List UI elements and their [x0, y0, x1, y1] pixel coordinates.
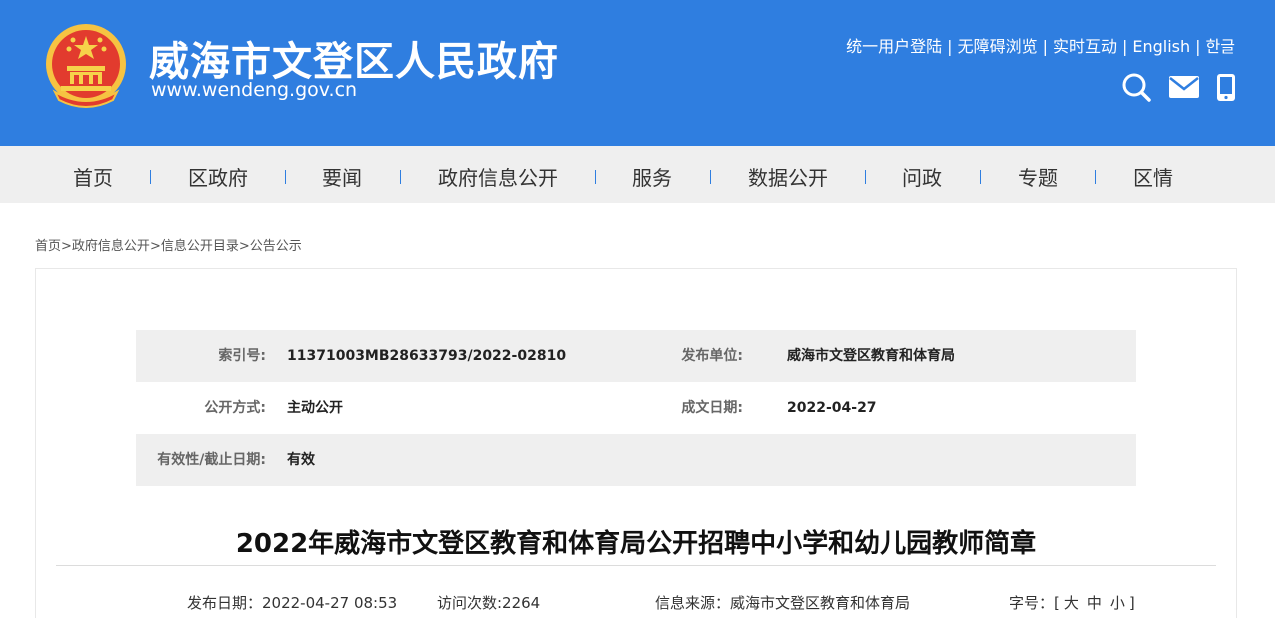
- article-title: 2022年威海市文登区教育和体育局公开招聘中小学和幼儿园教师简章: [235, 529, 1037, 559]
- nav-separator: [150, 170, 151, 184]
- nav-separator: [1095, 170, 1096, 184]
- index-label: 索引号:: [218, 348, 266, 364]
- nav-separator: [710, 170, 711, 184]
- nav-item-topics[interactable]: 专题: [1018, 146, 1058, 203]
- metadata-row: 索引号: 11371003MB28633793/2022-02810 发布单位:…: [136, 330, 1136, 382]
- english-link[interactable]: English: [1132, 37, 1190, 56]
- top-links: 统一用户登陆 | 无障碍浏览 | 实时互动 | English | 한글: [846, 33, 1235, 57]
- metadata-row: 公开方式: 主动公开 成文日期: 2022-04-27: [136, 382, 1136, 434]
- publisher-label: 发布单位:: [681, 348, 743, 364]
- font-size-small-button[interactable]: 小: [1110, 594, 1125, 612]
- korean-link[interactable]: 한글: [1206, 37, 1235, 56]
- header-icons: [1121, 72, 1235, 106]
- nav-separator: [285, 170, 286, 184]
- interaction-link[interactable]: 实时互动: [1053, 37, 1117, 56]
- site-url[interactable]: www.wendeng.gov.cn: [151, 79, 357, 101]
- nav-item-inquiry[interactable]: 问政: [902, 146, 942, 203]
- breadcrumb: 首页>政府信息公开>信息公开目录>公告公示: [35, 235, 302, 254]
- publisher-value: 威海市文登区教育和体育局: [787, 348, 955, 364]
- accessibility-link[interactable]: 无障碍浏览: [958, 37, 1038, 56]
- breadcrumb-separator: >: [238, 239, 250, 254]
- nav-item-services[interactable]: 服务: [632, 146, 672, 203]
- font-size-large-button[interactable]: 大: [1064, 594, 1079, 612]
- validity-label: 有效性/截止日期:: [157, 452, 266, 468]
- open-method-label: 公开方式:: [204, 400, 266, 416]
- publish-date: 发布日期：2022-04-27 08:53: [187, 594, 398, 612]
- info-source: 信息来源：威海市文登区教育和体育局: [655, 594, 911, 612]
- index-value: 11371003MB28633793/2022-02810: [287, 348, 567, 364]
- open-method-value: 主动公开: [287, 400, 343, 416]
- font-size-medium-button[interactable]: 中: [1087, 594, 1102, 612]
- nav-separator: [980, 170, 981, 184]
- breadcrumb-info-disclosure[interactable]: 政府信息公开: [72, 239, 150, 254]
- breadcrumb-separator: >: [61, 239, 72, 254]
- breadcrumb-home[interactable]: 首页: [35, 239, 61, 254]
- login-link[interactable]: 统一用户登陆: [846, 37, 942, 56]
- breadcrumb-separator: >: [149, 239, 161, 254]
- nav-separator: [865, 170, 866, 184]
- mobile-icon[interactable]: [1217, 73, 1235, 105]
- title-divider: [56, 565, 1216, 566]
- visit-count: 访问次数:2264: [437, 594, 541, 612]
- breadcrumb-announcements[interactable]: 公告公示: [250, 239, 302, 254]
- site-header: 威海市文登区人民政府 www.wendeng.gov.cn 统一用户登陆 | 无障碍…: [0, 0, 1275, 146]
- nav-item-home[interactable]: 首页: [73, 146, 113, 203]
- mail-icon[interactable]: [1169, 76, 1199, 102]
- link-separator: |: [1195, 37, 1201, 56]
- font-size-bracket-close: ]: [1128, 594, 1135, 612]
- nav-item-info-disclosure[interactable]: 政府信息公开: [438, 146, 558, 203]
- metadata-table: 索引号: 11371003MB28633793/2022-02810 发布单位:…: [136, 330, 1136, 486]
- nav-item-district-info[interactable]: 区情: [1133, 146, 1173, 203]
- metadata-row: 有效性/截止日期: 有效: [136, 434, 1136, 486]
- article-container: 索引号: 11371003MB28633793/2022-02810 发布单位:…: [35, 268, 1237, 618]
- search-icon[interactable]: [1121, 72, 1151, 106]
- national-emblem-icon: [46, 24, 126, 108]
- nav-item-open-data[interactable]: 数据公开: [748, 146, 828, 203]
- link-separator: |: [1042, 37, 1048, 56]
- link-separator: |: [947, 37, 953, 56]
- nav-item-news[interactable]: 要闻: [322, 146, 362, 203]
- breadcrumb-catalog[interactable]: 信息公开目录: [161, 239, 239, 254]
- validity-value: 有效: [287, 452, 315, 468]
- font-size-label: 字号：[: [1009, 594, 1060, 612]
- nav-separator: [595, 170, 596, 184]
- nav-separator: [400, 170, 401, 184]
- font-size-control: 字号：[大中小]: [1009, 592, 1135, 613]
- nav-item-district-government[interactable]: 区政府: [188, 146, 248, 203]
- link-separator: |: [1121, 37, 1128, 56]
- document-date-value: 2022-04-27: [787, 400, 877, 416]
- main-nav: 首页 区政府 要闻 政府信息公开 服务 数据公开 问政 专题 区情: [0, 146, 1275, 203]
- document-date-label: 成文日期:: [681, 400, 743, 416]
